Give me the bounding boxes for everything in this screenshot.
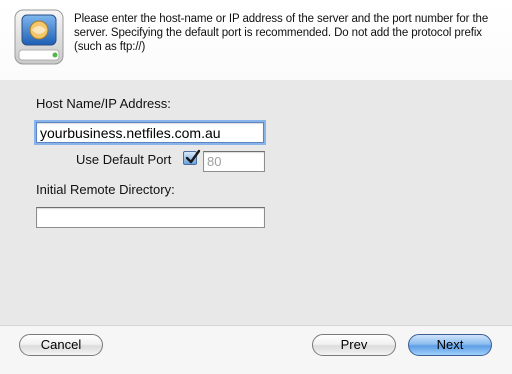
- port-input[interactable]: 80: [203, 151, 265, 172]
- button-bar: Cancel Prev Next: [0, 325, 512, 374]
- next-button[interactable]: Next: [408, 334, 492, 356]
- checkmark-icon: [185, 149, 201, 164]
- remote-directory-label: Initial Remote Directory:: [36, 182, 175, 197]
- cancel-button[interactable]: Cancel: [19, 334, 103, 356]
- default-port-label: Use Default Port: [76, 152, 172, 167]
- instructions-text: Please enter the host-name or IP address…: [74, 13, 489, 53]
- dialog-header: Please enter the host-name or IP address…: [0, 0, 512, 80]
- host-name-label: Host Name/IP Address:: [36, 96, 171, 111]
- server-form: [16, 80, 496, 325]
- webdrive-logo-icon: [13, 8, 65, 66]
- remote-directory-input[interactable]: [36, 207, 265, 228]
- default-port-checkbox[interactable]: [183, 149, 201, 165]
- prev-button[interactable]: Prev: [312, 334, 396, 356]
- host-name-input[interactable]: yourbusiness.netfiles.com.au: [36, 122, 264, 143]
